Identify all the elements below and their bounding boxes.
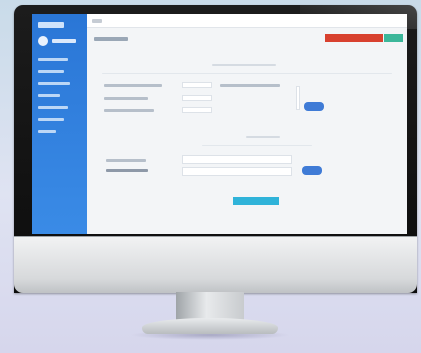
monitor-screen <box>32 14 407 234</box>
form-field[interactable] <box>182 95 212 101</box>
primary-action-button[interactable] <box>325 34 383 42</box>
section-divider <box>102 73 392 74</box>
section-divider <box>202 145 312 146</box>
form-label <box>104 109 154 112</box>
form-field[interactable] <box>182 82 212 88</box>
breadcrumb <box>94 37 128 41</box>
section-heading <box>246 136 280 138</box>
form-label <box>220 84 280 87</box>
form-label <box>106 169 148 172</box>
form-label <box>104 97 148 100</box>
sidebar-item[interactable] <box>38 70 64 73</box>
submit-button[interactable] <box>233 197 279 205</box>
top-bar <box>87 14 407 28</box>
add-row-button[interactable] <box>302 166 322 175</box>
sidebar-item[interactable] <box>38 118 64 121</box>
sidebar-item[interactable] <box>38 130 56 133</box>
secondary-action-button[interactable] <box>384 34 403 42</box>
section-heading <box>212 64 276 66</box>
sidebar-logo <box>38 22 64 28</box>
form-field[interactable] <box>182 107 212 113</box>
form-label <box>104 84 162 87</box>
user-avatar-icon[interactable] <box>38 36 48 46</box>
sidebar-item[interactable] <box>38 82 70 85</box>
sidebar-item[interactable] <box>38 58 68 61</box>
upload-button[interactable] <box>304 102 324 111</box>
form-label <box>106 159 146 162</box>
form-field-vertical[interactable] <box>296 86 300 110</box>
monitor-stand-base <box>142 318 278 334</box>
sidebar <box>32 14 87 234</box>
form-field[interactable] <box>182 155 292 164</box>
form-field[interactable] <box>182 167 292 176</box>
sidebar-item[interactable] <box>38 94 60 97</box>
monitor-chin <box>14 236 417 293</box>
sidebar-item[interactable] <box>38 106 68 109</box>
sidebar-username <box>52 39 76 43</box>
top-bar-title <box>92 19 102 23</box>
